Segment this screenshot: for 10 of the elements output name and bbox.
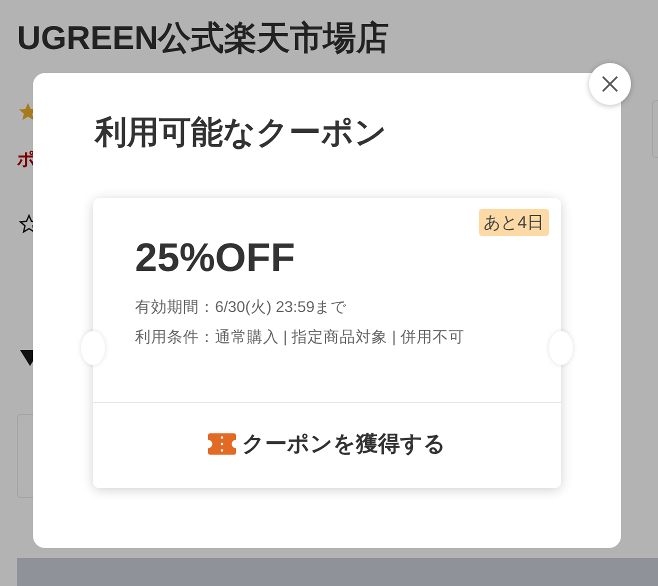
ticket-icon — [208, 432, 236, 454]
shop-title: UGREEN公式楽天市場店 — [17, 18, 390, 58]
get-coupon-button[interactable]: クーポンを獲得する — [208, 428, 446, 458]
conditions-text: 利用条件：通常購入 | 指定商品対象 | 併用不可 — [135, 328, 466, 348]
dialog-title: 利用可能なクーポン — [95, 113, 388, 152]
discount-text: 25%OFF — [135, 236, 296, 281]
close-button[interactable] — [589, 63, 631, 105]
days-left-badge: あと4日 — [478, 209, 549, 236]
validity-text: 有効期間：6/30(火) 23:59まで — [135, 298, 348, 318]
close-icon — [601, 75, 619, 93]
